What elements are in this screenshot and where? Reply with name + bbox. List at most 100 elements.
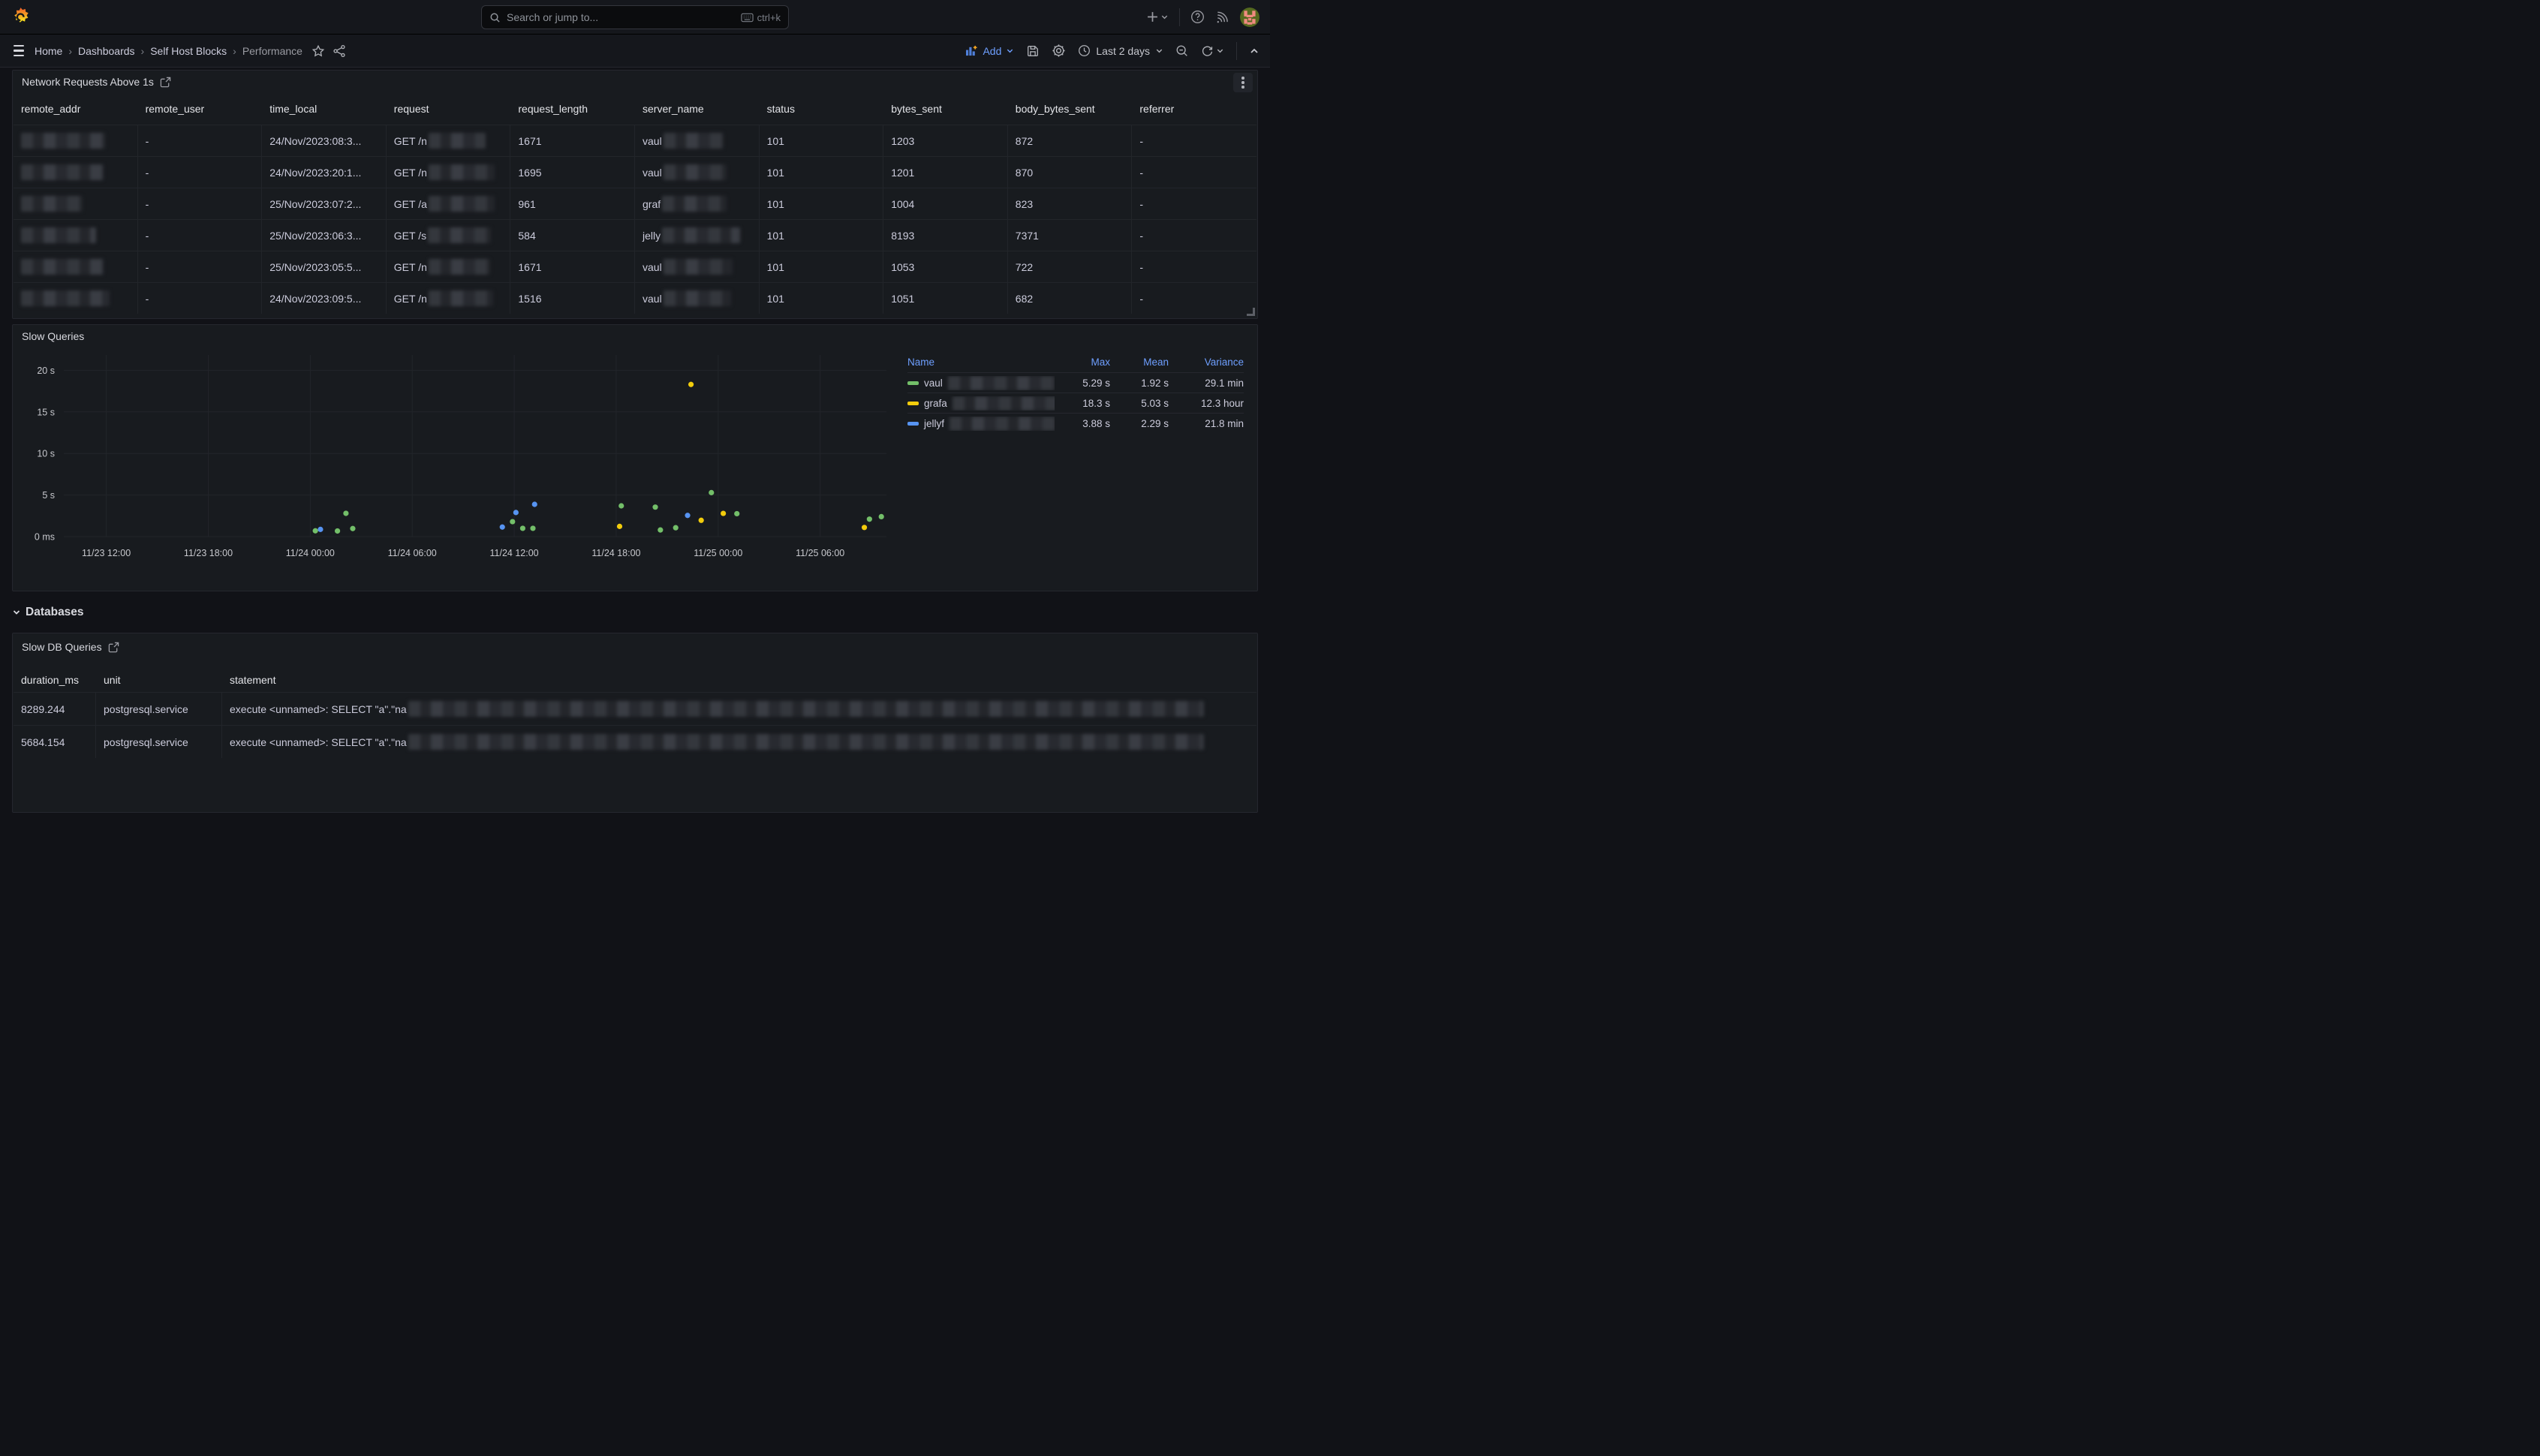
cell-text: 1051 — [891, 293, 914, 305]
slow-queries-chart[interactable]: 0 ms5 s10 s15 s20 s11/23 12:0011/23 18:0… — [16, 347, 909, 575]
menu-toggle-button[interactable] — [11, 42, 27, 60]
column-header-bytes_sent[interactable]: bytes_sent — [883, 96, 1008, 125]
table-row[interactable]: -24/Nov/2023:20:1...GET /n1695vaul101120… — [14, 156, 1256, 188]
table-row[interactable]: -25/Nov/2023:07:2...GET /a961graf1011004… — [14, 188, 1256, 219]
scatter-point[interactable] — [335, 528, 340, 534]
dashboard-settings-button[interactable] — [1052, 44, 1066, 58]
scatter-point[interactable] — [520, 525, 525, 531]
legend-series-name[interactable]: jellyf — [907, 417, 1055, 431]
scatter-point[interactable] — [617, 524, 622, 529]
column-header-request[interactable]: request — [387, 96, 511, 125]
panel-menu-button[interactable] — [1233, 73, 1253, 92]
cell-server_name: graf — [635, 188, 760, 219]
external-link-icon[interactable] — [108, 642, 119, 653]
redacted-block — [664, 133, 724, 149]
scatter-point[interactable] — [510, 519, 515, 524]
scatter-point[interactable] — [530, 525, 535, 531]
column-header-remote_user[interactable]: remote_user — [138, 96, 263, 125]
add-panel-button[interactable]: Add — [965, 45, 1014, 57]
user-avatar[interactable] — [1240, 8, 1259, 27]
help-button[interactable] — [1190, 10, 1205, 24]
scatter-point[interactable] — [532, 501, 537, 507]
scatter-point[interactable] — [879, 514, 884, 519]
panel-network-requests: Network Requests Above 1s remote_addrrem… — [12, 70, 1258, 319]
panel-title[interactable]: Slow Queries — [22, 330, 84, 342]
scatter-point[interactable] — [350, 526, 355, 531]
scatter-point[interactable] — [343, 510, 348, 516]
legend-max: 3.88 s — [1055, 418, 1110, 429]
breadcrumb-item[interactable]: Self Host Blocks — [150, 45, 227, 57]
grafana-logo[interactable] — [11, 7, 31, 27]
legend-header-variance[interactable]: Variance — [1169, 356, 1244, 368]
dashboard-canvas: Network Requests Above 1s remote_addrrem… — [0, 68, 1270, 728]
table-row[interactable]: -24/Nov/2023:08:3...GET /n1671vaul101120… — [14, 125, 1256, 156]
cell-request: GET /a — [387, 188, 511, 219]
breadcrumb-item[interactable]: Dashboards — [78, 45, 135, 57]
scatter-point[interactable] — [513, 510, 519, 515]
column-header-server_name[interactable]: server_name — [635, 96, 760, 125]
table-row[interactable]: 5684.154postgresql.serviceexecute <unnam… — [14, 725, 1256, 758]
search-input[interactable]: Search or jump to... ctrl+k — [481, 5, 789, 29]
scatter-point[interactable] — [500, 525, 505, 530]
redacted-block — [664, 164, 727, 180]
scatter-point[interactable] — [658, 528, 663, 533]
scatter-point[interactable] — [652, 504, 658, 510]
save-dashboard-button[interactable] — [1026, 44, 1040, 58]
panel-title[interactable]: Network Requests Above 1s — [22, 76, 154, 88]
column-header-unit[interactable]: unit — [96, 668, 222, 692]
favorite-star-button[interactable] — [311, 44, 325, 58]
column-header-status[interactable]: status — [760, 96, 884, 125]
scatter-point[interactable] — [721, 510, 726, 516]
column-header-body_bytes_sent[interactable]: body_bytes_sent — [1008, 96, 1133, 125]
cell-text: 7371 — [1016, 230, 1039, 242]
breadcrumb-item[interactable]: Home — [35, 45, 62, 57]
panel-title[interactable]: Slow DB Queries — [22, 641, 102, 653]
scatter-point[interactable] — [688, 382, 694, 387]
breadcrumb-separator: › — [68, 45, 72, 57]
scatter-point[interactable] — [867, 516, 872, 522]
scatter-point[interactable] — [313, 528, 318, 534]
scatter-point[interactable] — [618, 503, 624, 508]
column-header-statement[interactable]: statement — [222, 668, 1256, 692]
column-header-duration_ms[interactable]: duration_ms — [14, 668, 96, 692]
cell-text: 101 — [767, 198, 784, 210]
time-range-picker[interactable]: Last 2 days — [1078, 44, 1163, 57]
table-row[interactable]: 8289.244postgresql.serviceexecute <unnam… — [14, 692, 1256, 725]
legend-series-name[interactable]: grafa — [907, 396, 1055, 411]
column-header-time_local[interactable]: time_local — [262, 96, 387, 125]
column-header-referrer[interactable]: referrer — [1132, 96, 1256, 125]
legend-header-name[interactable]: Name — [907, 356, 1055, 368]
table-row[interactable]: -25/Nov/2023:05:5...GET /n1671vaul101105… — [14, 251, 1256, 282]
legend-series-name[interactable]: vaul — [907, 376, 1055, 390]
scatter-point[interactable] — [699, 518, 704, 523]
cell-text: 25/Nov/2023:05:5... — [269, 261, 361, 273]
table-row[interactable]: -24/Nov/2023:09:5...GET /n1516vaul101105… — [14, 282, 1256, 314]
new-menu-button[interactable] — [1147, 11, 1169, 23]
row-toggle-databases[interactable]: Databases — [12, 606, 84, 619]
keyboard-icon — [741, 13, 754, 23]
scatter-point[interactable] — [318, 527, 323, 532]
refresh-button[interactable] — [1201, 44, 1224, 57]
table-row[interactable]: -25/Nov/2023:06:3...GET /s584jelly101819… — [14, 219, 1256, 251]
legend-row: jellyf3.88 s2.29 s21.8 min — [907, 413, 1244, 433]
scatter-point[interactable] — [685, 513, 690, 518]
column-header-remote_addr[interactable]: remote_addr — [14, 96, 138, 125]
chart-legend: NameMaxMeanVariance vaul5.29 s1.92 s29.1… — [907, 352, 1244, 433]
scatter-point[interactable] — [862, 525, 867, 530]
legend-header-max[interactable]: Max — [1055, 356, 1110, 368]
share-button[interactable] — [333, 44, 346, 58]
news-button[interactable] — [1215, 10, 1229, 24]
panel-resize-handle[interactable] — [1247, 308, 1255, 316]
zoom-out-button[interactable] — [1175, 44, 1189, 58]
scatter-point[interactable] — [709, 490, 714, 495]
legend-header-mean[interactable]: Mean — [1110, 356, 1169, 368]
scatter-point[interactable] — [734, 511, 739, 516]
cell-text: 25/Nov/2023:06:3... — [269, 230, 361, 242]
column-header-request_length[interactable]: request_length — [510, 96, 635, 125]
collapse-toolbar-button[interactable] — [1249, 46, 1259, 56]
cell-text: - — [146, 230, 149, 242]
scatter-point[interactable] — [673, 525, 679, 531]
cell-text: GET /s — [394, 230, 426, 242]
cell-remote_addr — [14, 251, 138, 282]
external-link-icon[interactable] — [160, 77, 171, 88]
